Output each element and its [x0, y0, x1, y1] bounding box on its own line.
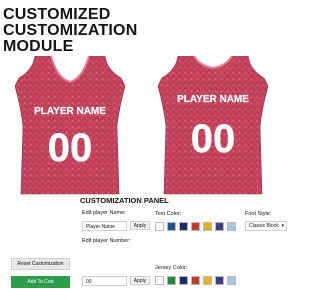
- font-style-value: Classic Block: [249, 223, 279, 229]
- jersey-front-name: PLAYER NAME: [34, 106, 106, 117]
- font-style-select[interactable]: Classic Block ▾: [245, 221, 287, 231]
- text-color-swatch[interactable]: [155, 222, 164, 231]
- text-color-swatch[interactable]: [215, 222, 224, 231]
- player-name-input[interactable]: Player Name: [82, 221, 127, 231]
- headline: CUSTOMIZED CUSTOMIZATION MODULE: [3, 7, 137, 55]
- jersey-preview-front: PLAYER NAME 00: [5, 56, 135, 196]
- player-number-label: Edit player Number:: [82, 238, 131, 244]
- text-color-swatch[interactable]: [179, 222, 188, 231]
- apply-number-button[interactable]: Apply: [130, 276, 150, 285]
- jersey-color-swatch[interactable]: [191, 276, 200, 285]
- jersey-color-swatch[interactable]: [227, 276, 236, 285]
- headline-line-2: CUSTOMIZATION: [3, 22, 138, 39]
- jersey-preview-back: PLAYER NAME 00: [148, 56, 278, 196]
- player-name-label: Edit player Name:: [82, 210, 126, 216]
- font-style-label: Font Style:: [245, 211, 272, 217]
- apply-name-button[interactable]: Apply: [130, 221, 150, 230]
- jersey-color-swatch[interactable]: [167, 276, 176, 285]
- chevron-down-icon: ▾: [281, 223, 284, 229]
- jersey-front-number: 00: [48, 126, 93, 170]
- text-color-swatch[interactable]: [167, 222, 176, 231]
- jersey-color-label: Jersey Color:: [155, 265, 188, 271]
- text-color-label: Text Color:: [155, 211, 182, 217]
- jersey-color-swatch[interactable]: [155, 276, 164, 285]
- headline-line-1: CUSTOMIZED: [3, 6, 111, 23]
- jersey-color-swatch[interactable]: [203, 276, 212, 285]
- reset-customization-button[interactable]: Reset Customization: [11, 258, 70, 270]
- jersey-back-name: PLAYER NAME: [177, 94, 249, 105]
- jersey-back-number: 00: [191, 117, 236, 161]
- headline-line-3: MODULE: [3, 38, 74, 55]
- text-color-swatch[interactable]: [227, 222, 236, 231]
- text-color-swatch[interactable]: [191, 222, 200, 231]
- jersey-color-swatch[interactable]: [179, 276, 188, 285]
- panel-title: CUSTOMIZATION PANEL: [80, 196, 169, 205]
- text-color-swatch[interactable]: [203, 222, 212, 231]
- add-to-cart-button[interactable]: Add To Cart: [11, 276, 70, 288]
- jersey-color-swatch[interactable]: [215, 276, 224, 285]
- player-number-input[interactable]: 00: [82, 276, 127, 286]
